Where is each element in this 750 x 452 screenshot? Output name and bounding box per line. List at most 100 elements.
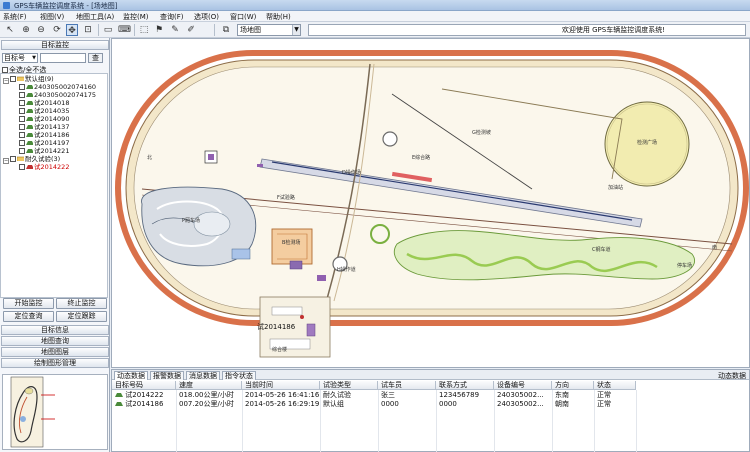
pan-icon[interactable]: ✥: [66, 24, 78, 36]
tab-message-data[interactable]: 消息数据: [186, 371, 220, 380]
checkbox-icon[interactable]: [19, 164, 25, 170]
search-field-select[interactable]: 目标号 ▼: [2, 53, 38, 63]
tree-item-label: 试2014221: [34, 147, 70, 155]
checkbox-icon[interactable]: [19, 132, 25, 138]
tree-item-label: 240305002074160: [34, 83, 97, 91]
tree-group-label: 默认组(9): [25, 75, 54, 83]
overview-minimap[interactable]: [2, 374, 108, 450]
col-contact[interactable]: 联系方式: [436, 381, 494, 390]
table-row-2-target[interactable]: 试2014186: [112, 400, 176, 409]
layers-icon[interactable]: ⧉: [220, 24, 232, 36]
search-button[interactable]: 查: [88, 53, 103, 63]
col-driver[interactable]: 试车员: [378, 381, 436, 390]
menu-map-tools[interactable]: 地图工具(A): [76, 12, 114, 22]
title-bar: GPS车辆监控调度系统 - [场地图]: [0, 0, 750, 11]
tab-alarm-data[interactable]: 报警数据: [150, 371, 184, 380]
vehicle-label[interactable]: 试2014186: [257, 322, 296, 331]
checkbox-icon[interactable]: [19, 84, 25, 90]
checkbox-icon[interactable]: [19, 92, 25, 98]
car-icon: [26, 165, 33, 169]
table-cell: 0000: [381, 400, 399, 408]
pen-icon[interactable]: ✐: [185, 24, 197, 36]
col-test-type[interactable]: 试验类型: [320, 381, 378, 390]
col-status[interactable]: 状态: [594, 381, 636, 390]
collapse-icon[interactable]: −: [3, 78, 9, 84]
locate-track-button[interactable]: 定位跟踪: [56, 311, 107, 322]
checkbox-icon[interactable]: [10, 156, 16, 162]
menu-system[interactable]: 系统(F): [3, 12, 27, 22]
menu-window[interactable]: 窗口(W): [230, 12, 256, 22]
tree-item[interactable]: 240305002074175: [19, 91, 96, 99]
target-monitor-header[interactable]: 目标监控: [1, 40, 109, 50]
checkbox-icon[interactable]: [19, 148, 25, 154]
drawing-manager-header[interactable]: 绘制图形管理: [1, 358, 109, 368]
checkbox-icon[interactable]: [10, 76, 16, 82]
checkbox-icon[interactable]: [19, 100, 25, 106]
car-icon: [115, 393, 123, 397]
chevron-down-icon: ▼: [32, 55, 36, 61]
tree-item[interactable]: 试2014222: [19, 163, 69, 171]
search-field-value: 目标号: [4, 54, 25, 62]
start-monitor-button[interactable]: 开始监控: [3, 298, 54, 309]
table-row-1-target[interactable]: 试2014222: [112, 391, 176, 400]
menu-monitor[interactable]: 监控(M): [123, 12, 149, 22]
pencil-icon[interactable]: ✎: [169, 24, 181, 36]
map-layers-header[interactable]: 地图图层: [1, 347, 109, 357]
locate-query-button[interactable]: 定位查询: [3, 311, 54, 322]
target-info-header[interactable]: 目标信息: [1, 325, 109, 335]
map-label-zone-b: B检测场: [282, 239, 300, 246]
map-label-zone-c: C钢车道: [592, 246, 611, 253]
collapse-icon[interactable]: −: [3, 158, 9, 164]
panel-title: 动态数据: [718, 372, 746, 380]
tree-item[interactable]: 试2014018: [19, 99, 69, 107]
tree-item[interactable]: 试2014221: [19, 147, 69, 155]
menu-help[interactable]: 帮助(H): [266, 12, 291, 22]
toolbar-separator: [98, 24, 99, 36]
col-speed[interactable]: 速度: [176, 381, 242, 390]
tree-group-label: 耐久试验(3): [25, 155, 61, 163]
map-query-header[interactable]: 地图查询: [1, 336, 109, 346]
map-select[interactable]: 场地图 ▼: [237, 24, 301, 36]
col-current-time[interactable]: 当前时间: [242, 381, 320, 390]
col-direction[interactable]: 方向: [552, 381, 594, 390]
tree-group-endurance[interactable]: − 耐久试验(3): [3, 155, 61, 164]
tree-item[interactable]: 试2014090: [19, 115, 69, 123]
tab-dynamic-data[interactable]: 动态数据: [114, 371, 148, 380]
chevron-down-icon[interactable]: ▼: [292, 25, 300, 35]
tree-item[interactable]: 试2014197: [19, 139, 69, 147]
stop-monitor-button[interactable]: 终止监控: [56, 298, 107, 309]
search-row: 目标号 ▼ 查: [2, 53, 108, 64]
ruler-icon[interactable]: ▭: [102, 24, 114, 36]
menu-query[interactable]: 查询(F): [160, 12, 184, 22]
menu-options[interactable]: 选项(O): [194, 12, 219, 22]
col-target-id[interactable]: 目标号码: [112, 381, 176, 390]
search-input[interactable]: [40, 53, 86, 63]
checkbox-icon[interactable]: [19, 108, 25, 114]
tree-item-label: 试2014090: [34, 115, 70, 123]
pointer-icon[interactable]: ↖: [4, 24, 16, 36]
map-label-zone-l: 综合楼: [272, 346, 287, 353]
checkbox-icon[interactable]: [19, 140, 25, 146]
zoom-in-icon[interactable]: ⊕: [20, 24, 32, 36]
menu-view[interactable]: 视图(V): [40, 12, 64, 22]
checkbox-icon[interactable]: [19, 116, 25, 122]
tab-command-status[interactable]: 指令状态: [222, 371, 256, 380]
map-canvas[interactable]: 北 南 P厢车场 B检测场 C钢车道 D操作场 E综合路 F试验路 G检测坡 H…: [111, 38, 750, 368]
checkbox-icon[interactable]: [19, 124, 25, 130]
tree-group-default[interactable]: − 默认组(9): [3, 75, 54, 84]
tree-item[interactable]: 试2014186: [19, 131, 69, 139]
keyboard-icon[interactable]: ⌨: [118, 24, 131, 36]
refresh-icon[interactable]: ⟳: [51, 24, 63, 36]
select-icon[interactable]: ⬚: [138, 24, 150, 36]
zoom-out-icon[interactable]: ⊖: [35, 24, 47, 36]
table-cell: 东南: [555, 391, 569, 399]
col-device-id[interactable]: 设备编号: [494, 381, 552, 390]
tree-item[interactable]: 240305002074160: [19, 83, 96, 91]
zoom-fit-icon[interactable]: ⊡: [82, 24, 94, 36]
table-cell: 2014-05-26 16:29:19: [245, 400, 320, 408]
tree-item[interactable]: 试2014137: [19, 123, 69, 131]
flag-icon[interactable]: ⚑: [153, 24, 165, 36]
tree-item[interactable]: 试2014035: [19, 107, 69, 115]
vehicle-tree: − 默认组(9) 240305002074160 240305002074175 …: [0, 73, 108, 298]
car-icon: [26, 101, 33, 105]
